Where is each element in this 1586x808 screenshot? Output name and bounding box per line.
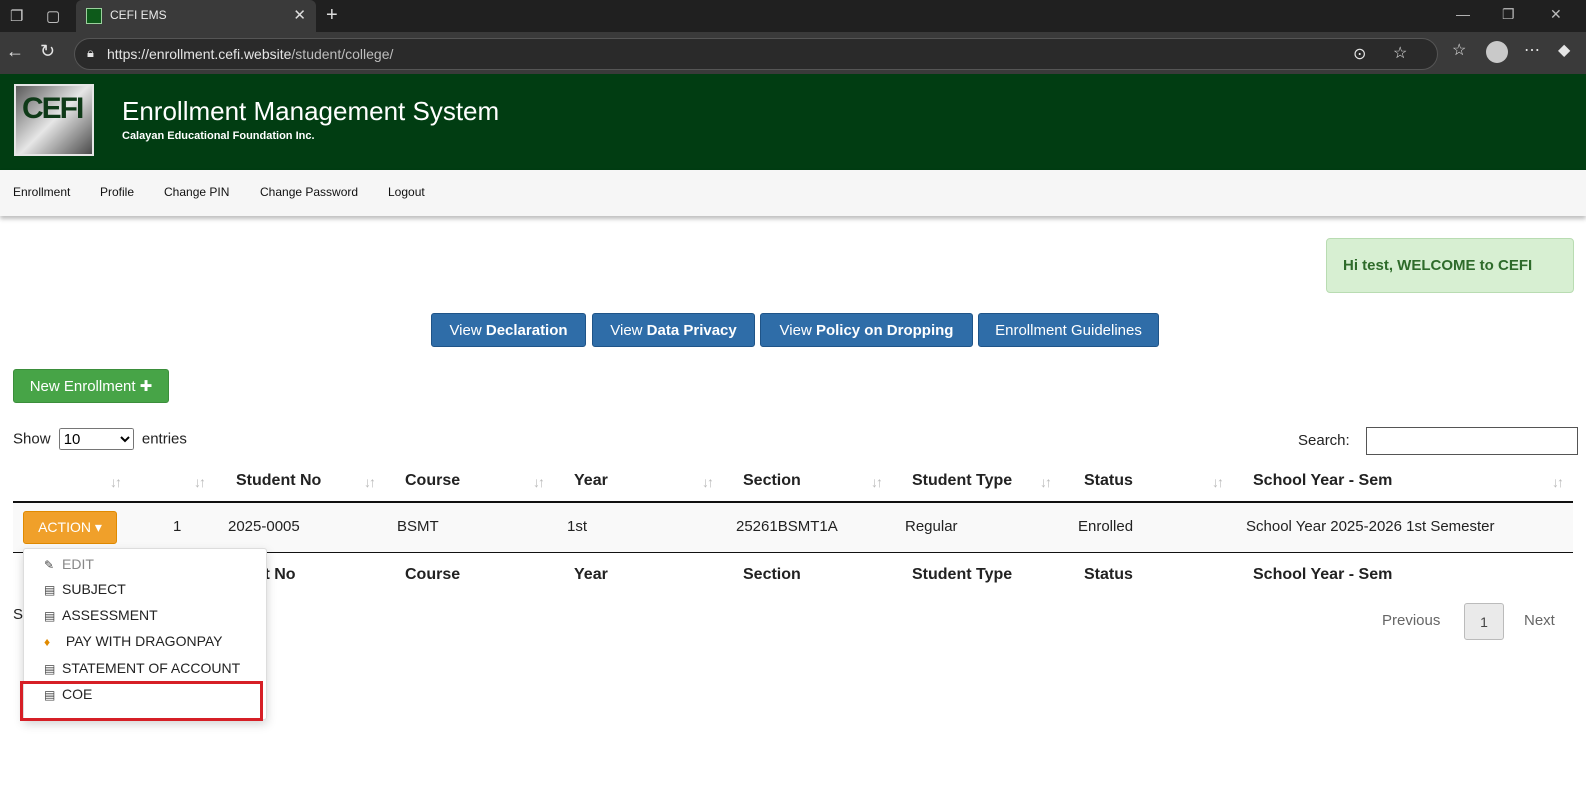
more-page-icon[interactable]: ⊙ xyxy=(1353,44,1366,64)
main-menu: Enrollment Profile Change PIN Change Pas… xyxy=(0,170,1586,216)
sort-icon[interactable]: ↓↑ xyxy=(871,474,883,490)
tab-actions-icon[interactable]: ▢ xyxy=(46,7,60,25)
sort-icon[interactable]: ↓↑ xyxy=(702,474,714,490)
menu-change-password[interactable]: Change Password xyxy=(260,185,358,199)
view-data-privacy-button[interactable]: View Data Privacy xyxy=(592,313,755,347)
pagination-next[interactable]: Next xyxy=(1524,612,1555,629)
dropdown-item-edit[interactable]: ✎ EDIT xyxy=(44,556,94,572)
favorites-icon[interactable]: ☆ xyxy=(1452,40,1466,60)
url-text: https://enrollment.cefi.website/student/… xyxy=(107,46,394,62)
menu-enrollment[interactable]: Enrollment xyxy=(13,185,70,199)
menu-profile[interactable]: Profile xyxy=(100,185,134,199)
cell-student-no: 2025-0005 xyxy=(228,518,300,535)
page-size-select[interactable]: 10 xyxy=(58,428,134,450)
dragonpay-icon: ♦ xyxy=(44,635,51,649)
site-header: CEFI Enrollment Management System Calaya… xyxy=(0,74,1586,170)
sort-icon[interactable]: ↓↑ xyxy=(1040,474,1052,490)
footer-col-student-type: Student Type xyxy=(912,566,1013,583)
cell-student-type: Regular xyxy=(905,518,958,535)
dropdown-item-dragonpay[interactable]: ♦ PAY WITH DRAGONPAY xyxy=(44,633,223,649)
favicon-icon xyxy=(86,8,102,24)
browser-tab[interactable]: CEFI EMS ✕ xyxy=(76,0,316,32)
enrollment-guidelines-button[interactable]: Enrollment Guidelines xyxy=(978,313,1159,347)
minimize-icon[interactable]: — xyxy=(1456,6,1470,22)
browser-tab-strip: ❐ ▢ CEFI EMS ✕ + — ❐ ✕ xyxy=(0,0,1586,32)
pagination-page-1[interactable]: 1 xyxy=(1464,603,1504,640)
restore-icon[interactable]: ❐ xyxy=(1502,6,1515,23)
close-window-icon[interactable]: ✕ xyxy=(1550,6,1562,23)
menu-logout[interactable]: Logout xyxy=(388,185,425,199)
list-icon: ▤ xyxy=(44,609,56,623)
table-info-stub: S xyxy=(13,606,24,623)
new-tab-icon[interactable]: + xyxy=(326,4,338,27)
cell-status: Enrolled xyxy=(1078,518,1134,535)
footer-col-course: Course xyxy=(405,566,461,583)
show-entries: Show 10 entries xyxy=(13,428,187,450)
new-enrollment-button[interactable]: New Enrollment ✚ xyxy=(13,369,169,403)
edit-icon: ✎ xyxy=(44,558,55,572)
back-icon[interactable]: ← xyxy=(6,41,24,62)
sort-icon[interactable]: ↓↑ xyxy=(1212,474,1224,490)
sort-icon[interactable]: ↓↑ xyxy=(364,474,376,490)
footer-col-status: Status xyxy=(1084,566,1133,583)
close-tab-icon[interactable]: ✕ xyxy=(293,6,306,24)
dropdown-item-assessment[interactable]: ▤ ASSESSMENT xyxy=(44,607,158,623)
pagination-previous[interactable]: Previous xyxy=(1382,612,1440,629)
view-policy-dropping-button[interactable]: View Policy on Dropping xyxy=(760,313,973,347)
cell-course: BSMT xyxy=(397,518,439,535)
col-year[interactable]: Year xyxy=(574,472,608,490)
page-title: Enrollment Management System xyxy=(122,96,500,126)
sort-icon[interactable]: ↓↑ xyxy=(533,474,545,490)
sort-icon[interactable]: ↓↑ xyxy=(110,474,122,490)
footer-col-year: Year xyxy=(574,566,608,583)
profile-avatar[interactable] xyxy=(1486,41,1508,63)
search-label: Search: xyxy=(1298,432,1350,449)
list-icon: ▤ xyxy=(44,583,56,597)
col-student-no[interactable]: Student No xyxy=(236,472,321,490)
highlight-box xyxy=(20,681,263,721)
workspaces-icon[interactable]: ❐ xyxy=(10,7,23,25)
col-student-type[interactable]: Student Type xyxy=(912,472,1012,490)
menu-change-pin[interactable]: Change PIN xyxy=(164,185,229,199)
cell-no: 1 xyxy=(173,518,182,535)
address-row: ← ↻ 🔒︎ https://enrollment.cefi.website/s… xyxy=(0,32,1586,74)
col-course[interactable]: Course xyxy=(405,472,460,490)
view-declaration-button[interactable]: View Declaration xyxy=(431,313,586,347)
refresh-icon[interactable]: ↻ xyxy=(40,41,55,62)
page-subtitle: Calayan Educational Foundation Inc. xyxy=(122,130,315,142)
dropdown-item-subject[interactable]: ▤ SUBJECT xyxy=(44,581,126,597)
copilot-icon[interactable]: ◆ xyxy=(1558,40,1570,60)
footer-col-school-year: School Year - Sem xyxy=(1253,566,1393,583)
welcome-alert: Hi test, WELCOME to CEFI xyxy=(1326,238,1574,293)
cefi-logo: CEFI xyxy=(14,84,94,156)
list-icon: ▤ xyxy=(44,662,56,676)
action-dropdown-button[interactable]: ACTION ▾ xyxy=(23,511,117,544)
cell-year: 1st xyxy=(567,518,588,535)
tab-title: CEFI EMS xyxy=(110,8,167,22)
dropdown-item-statement[interactable]: ▤ STATEMENT OF ACCOUNT xyxy=(44,660,240,676)
cell-section: 25261BSMT1A xyxy=(736,518,838,535)
col-school-year[interactable]: School Year - Sem xyxy=(1253,472,1392,490)
footer-col-section: Section xyxy=(743,566,801,583)
search-input[interactable] xyxy=(1366,427,1578,455)
sort-icon[interactable]: ↓↑ xyxy=(1552,474,1564,490)
sort-icon[interactable]: ↓↑ xyxy=(194,474,206,490)
cell-school-year: School Year 2025-2026 1st Semester xyxy=(1246,518,1495,535)
favorite-star-icon[interactable]: ☆ xyxy=(1393,43,1407,63)
col-status[interactable]: Status xyxy=(1084,472,1133,490)
lock-icon: 🔒︎ xyxy=(87,45,94,60)
settings-more-icon[interactable]: ⋯ xyxy=(1524,40,1540,60)
address-bar[interactable]: 🔒︎ https://enrollment.cefi.website/stude… xyxy=(74,38,1438,70)
col-section[interactable]: Section xyxy=(743,472,801,490)
